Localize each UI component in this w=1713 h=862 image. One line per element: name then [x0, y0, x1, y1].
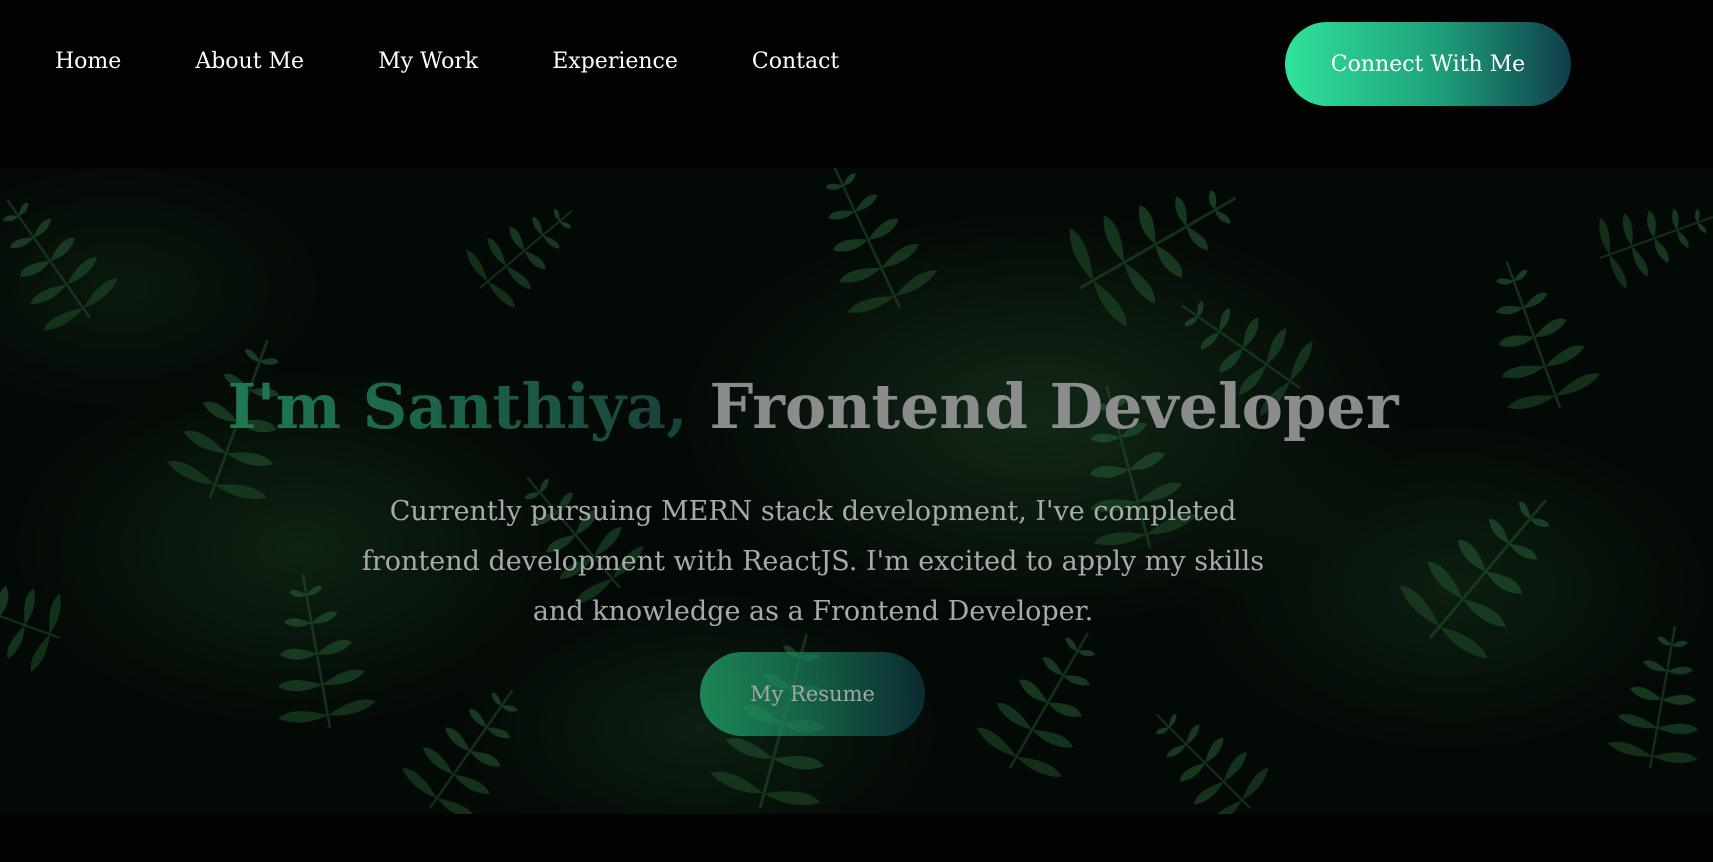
- hero-title-name: I'm Santhiya,: [227, 369, 710, 443]
- nav-link-experience[interactable]: Experience: [552, 49, 678, 74]
- nav-link-my-work[interactable]: My Work: [378, 49, 478, 74]
- nav-link-contact[interactable]: Contact: [752, 49, 839, 74]
- nav-link-about-me[interactable]: About Me: [195, 49, 304, 74]
- hero-title: I'm Santhiya, Frontend Developer: [0, 370, 1626, 443]
- hero-description: Currently pursuing MERN stack developmen…: [361, 496, 1265, 627]
- nav-links: Home About Me My Work Experience Contact: [55, 49, 913, 74]
- portfolio-page: Home About Me My Work Experience Contact…: [0, 0, 1713, 862]
- nav-link-home[interactable]: Home: [55, 49, 121, 74]
- hero-title-role: Frontend Developer: [709, 369, 1399, 443]
- navbar: Home About Me My Work Experience Contact…: [0, 0, 1713, 128]
- hero-section: I'm Santhiya, Frontend Developer Current…: [0, 168, 1713, 814]
- connect-with-me-button[interactable]: Connect With Me: [1285, 22, 1571, 106]
- my-resume-button[interactable]: My Resume: [700, 652, 925, 736]
